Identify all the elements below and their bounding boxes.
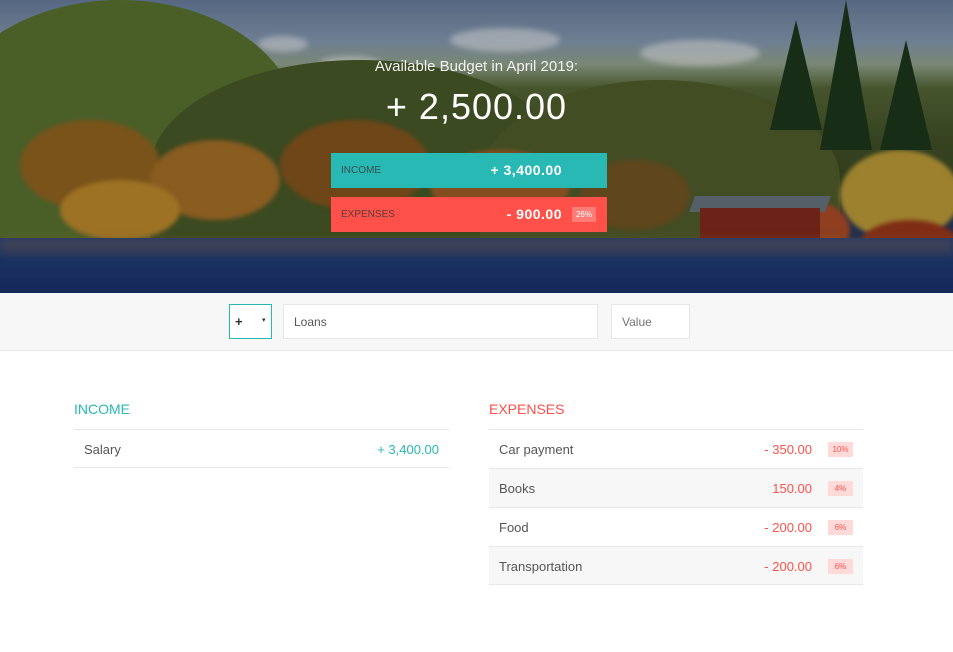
expense-item-value: - 200.00	[764, 559, 812, 574]
expense-item-description: Transportation	[499, 559, 583, 574]
type-select-value: +	[235, 314, 243, 329]
expense-item: Books 150.00 4%	[489, 468, 863, 507]
income-item-description: Salary	[84, 442, 121, 457]
expenses-summary-value: - 900.00	[506, 206, 562, 222]
landscape-background	[0, 0, 953, 293]
expense-item-percentage: 6%	[828, 559, 853, 574]
income-column: Income Salary + 3,400.00	[74, 398, 449, 468]
expense-item-description: Car payment	[499, 442, 574, 457]
expense-item-percentage: 6%	[828, 520, 853, 535]
income-summary: Income + 3,400.00	[331, 153, 607, 188]
expense-item-value: - 350.00	[764, 442, 812, 457]
expense-item-percentage: 4%	[828, 481, 853, 496]
expenses-column: Expenses Car payment - 350.00 10% Books …	[489, 398, 863, 585]
budget-header: Available Budget in April 2019: + 2,500.…	[0, 0, 953, 293]
type-select[interactable]: + ▾	[229, 304, 272, 339]
value-input[interactable]	[611, 304, 690, 339]
expenses-title: Expenses	[489, 401, 565, 417]
expense-item-value: 150.00	[772, 481, 812, 496]
chevron-down-icon: ▾	[262, 317, 266, 324]
expense-item-description: Books	[499, 481, 536, 496]
description-input[interactable]	[283, 304, 598, 339]
expenses-percentage-badge: 26%	[571, 207, 596, 222]
expense-item-description: Food	[499, 520, 529, 535]
budget-title: Available Budget in April 2019:	[374, 58, 579, 75]
income-list: Salary + 3,400.00	[74, 429, 449, 468]
expenses-list: Car payment - 350.00 10% Books 150.00 4%…	[489, 429, 863, 585]
income-title: Income	[74, 401, 130, 417]
expense-item: Food - 200.00 6%	[489, 507, 863, 546]
expense-item-value: - 200.00	[764, 520, 812, 535]
expense-item-percentage: 10%	[828, 442, 853, 457]
expense-item: Transportation - 200.00 6%	[489, 546, 863, 585]
income-item-value: + 3,400.00	[377, 442, 439, 457]
income-item: Salary + 3,400.00	[74, 429, 449, 468]
add-item-bar: + ▾	[0, 293, 953, 351]
income-summary-value: + 3,400.00	[490, 162, 562, 178]
expense-item: Car payment - 350.00 10%	[489, 429, 863, 468]
expenses-summary: Expenses - 900.00 26%	[331, 197, 607, 232]
expenses-summary-label: Expenses	[341, 209, 395, 220]
income-summary-label: Income	[341, 165, 381, 176]
available-budget-value: + 2,500.00	[385, 86, 568, 127]
